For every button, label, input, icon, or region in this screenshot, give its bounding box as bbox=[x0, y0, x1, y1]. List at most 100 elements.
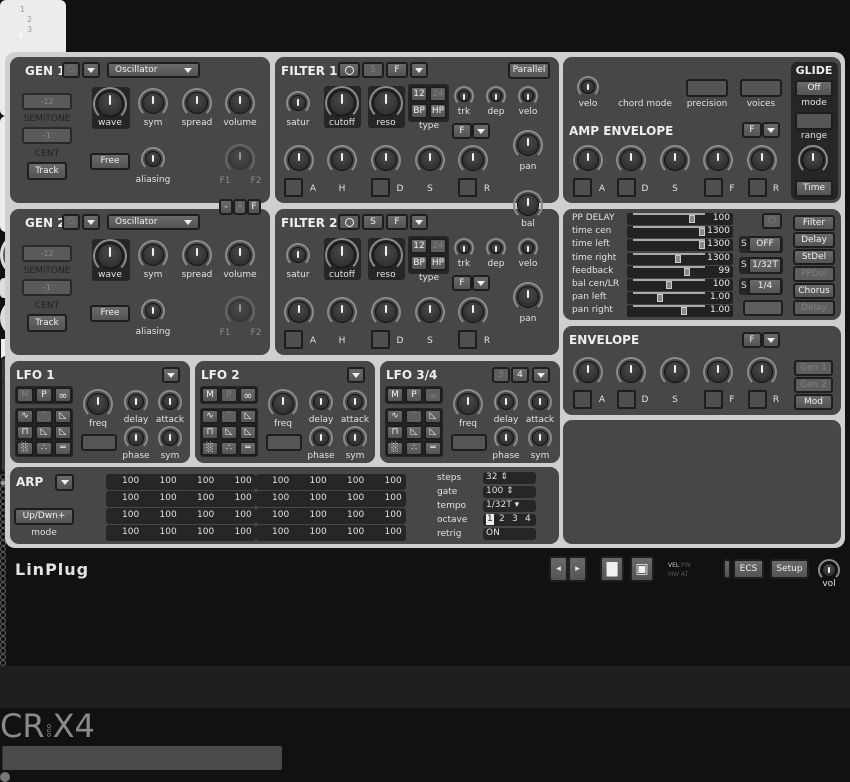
slider-thumb[interactable] bbox=[699, 241, 705, 250]
preset-next-button[interactable]: ▸ bbox=[568, 556, 587, 582]
glide-mode-button[interactable]: Off bbox=[795, 80, 833, 97]
envelope-knob-d[interactable] bbox=[616, 357, 646, 387]
lfo-menu-button[interactable] bbox=[347, 367, 365, 383]
filter-env-knob-h[interactable] bbox=[327, 145, 357, 175]
delay-routing-button[interactable] bbox=[743, 300, 783, 316]
amp-env-knob-s[interactable] bbox=[660, 145, 690, 175]
filter-env-mod-slot[interactable] bbox=[371, 178, 390, 197]
arp-param-field[interactable]: 100 ⇕ bbox=[483, 486, 536, 498]
amp-env-mode-button[interactable]: F bbox=[742, 122, 762, 138]
filter-env-mod-slot[interactable] bbox=[284, 330, 303, 349]
envelope-knob-a[interactable] bbox=[573, 357, 603, 387]
slider-thumb[interactable] bbox=[689, 215, 696, 223]
folder-icon[interactable]: ▇ bbox=[600, 556, 624, 582]
link-button-0[interactable]: - bbox=[219, 199, 233, 215]
arp-mode-dropdown[interactable]: Up/Dwn+ bbox=[14, 508, 74, 525]
lfo-selector-3[interactable]: 3 bbox=[492, 367, 510, 383]
filter-env-knob-a[interactable] bbox=[284, 297, 314, 327]
lfo-sym-knob[interactable] bbox=[528, 426, 552, 450]
bal-knob[interactable] bbox=[513, 190, 543, 220]
sine-wave-icon[interactable]: ∿ bbox=[201, 409, 219, 424]
cutoff-knob[interactable] bbox=[325, 238, 359, 272]
filter-type-button-24[interactable]: 24 bbox=[429, 86, 447, 102]
square-wave-icon[interactable]: ⊓ bbox=[16, 425, 34, 440]
envelope-mod-slot[interactable] bbox=[704, 390, 723, 409]
lfo-attack-knob[interactable] bbox=[158, 390, 182, 414]
dep-knob[interactable] bbox=[486, 238, 506, 258]
wave-knob[interactable] bbox=[93, 239, 127, 273]
aliasing-knob[interactable] bbox=[141, 299, 165, 323]
f1-f2-knob[interactable] bbox=[225, 296, 255, 326]
filter-env-knob-a[interactable] bbox=[284, 145, 314, 175]
filter-env-knob-s[interactable] bbox=[415, 297, 445, 327]
slider-thumb[interactable] bbox=[684, 267, 691, 276]
precision-button[interactable] bbox=[686, 79, 728, 97]
envelope-mod-slot[interactable] bbox=[573, 390, 592, 409]
semitone-field[interactable]: -12 bbox=[22, 245, 72, 262]
slider-thumb[interactable] bbox=[657, 294, 664, 303]
square-wave-icon[interactable]: ⊓ bbox=[201, 425, 219, 440]
free-button[interactable]: Free bbox=[90, 153, 130, 170]
amp-env-knob-f[interactable] bbox=[703, 145, 733, 175]
lfo-freq-sync-button[interactable] bbox=[451, 434, 487, 451]
link-button-2[interactable]: F bbox=[247, 199, 261, 215]
filter-env-menu-button[interactable] bbox=[472, 123, 490, 139]
lfo-menu-button[interactable] bbox=[162, 367, 180, 383]
aliasing-knob[interactable] bbox=[141, 147, 165, 171]
voices-button[interactable] bbox=[740, 79, 782, 97]
delay-slider[interactable]: 100 bbox=[627, 213, 733, 225]
filter-type-button-12[interactable]: 12 bbox=[410, 238, 428, 254]
sample-hold-wave-icon[interactable]: ∴ bbox=[220, 441, 238, 456]
lfo-delay-knob[interactable] bbox=[124, 390, 148, 414]
amp-env-mod-slot[interactable] bbox=[573, 178, 592, 197]
arp-param-field[interactable]: 1/32T ▾ bbox=[483, 500, 536, 512]
gen-menu-button[interactable] bbox=[82, 214, 100, 230]
amp-env-mod-slot[interactable] bbox=[617, 178, 636, 197]
lfo-selector-4[interactable]: 4 bbox=[511, 367, 529, 383]
f1-f2-knob[interactable] bbox=[225, 144, 255, 174]
volume-knob[interactable] bbox=[818, 559, 840, 581]
satur-knob[interactable] bbox=[286, 91, 310, 115]
lfo-phase-knob[interactable] bbox=[309, 426, 333, 450]
glide-time-knob[interactable] bbox=[798, 145, 828, 175]
envelope-mode-button[interactable]: F bbox=[742, 332, 762, 348]
delay-slider[interactable]: 99 bbox=[627, 265, 733, 278]
delay-slider[interactable]: 1.00 bbox=[627, 305, 733, 318]
amp-env-mod-slot[interactable] bbox=[748, 178, 767, 197]
fx-button-stdel[interactable]: StDel bbox=[793, 249, 835, 265]
amp-env-knob-r[interactable] bbox=[747, 145, 777, 175]
filter-env-knob-r[interactable] bbox=[458, 145, 488, 175]
cutoff-knob[interactable] bbox=[325, 86, 359, 120]
filter-mode-button-f[interactable]: F bbox=[386, 214, 408, 230]
filter-type-button-24[interactable]: 24 bbox=[429, 238, 447, 254]
satur-knob[interactable] bbox=[286, 243, 310, 267]
delay-slider[interactable]: 1300 bbox=[627, 239, 733, 252]
velo-knob[interactable] bbox=[518, 238, 538, 258]
sync-value-button[interactable]: 1/32T bbox=[748, 257, 782, 274]
pan-knob[interactable] bbox=[513, 130, 543, 160]
envelope-target-gen-1[interactable]: Gen 1 bbox=[794, 360, 833, 376]
velo-knob[interactable] bbox=[518, 86, 538, 106]
sine-wave-icon[interactable]: ∿ bbox=[386, 409, 404, 424]
lfo-mode-m[interactable]: M bbox=[16, 387, 34, 403]
lfo-sym-knob[interactable] bbox=[158, 426, 182, 450]
noise-wave-icon[interactable]: ░ bbox=[16, 441, 34, 456]
slider-thumb[interactable] bbox=[675, 254, 682, 263]
noise-wave-icon[interactable]: ░ bbox=[201, 441, 219, 456]
free-button[interactable]: Free bbox=[90, 305, 130, 322]
filter-menu-button[interactable] bbox=[410, 214, 428, 230]
delay-slider[interactable]: 1300 bbox=[627, 226, 733, 239]
lfo-mode-p[interactable]: P bbox=[35, 387, 53, 403]
lfo-attack-knob[interactable] bbox=[528, 390, 552, 414]
save-icon[interactable]: ▣ bbox=[630, 556, 654, 582]
spread-knob[interactable] bbox=[182, 88, 212, 118]
filter-mode-button-f[interactable]: F bbox=[386, 62, 408, 78]
oscillator-type-dropdown[interactable]: Oscillator bbox=[107, 62, 200, 78]
envelope-target-gen-2[interactable]: Gen 2 bbox=[794, 377, 833, 393]
delay-slider[interactable]: 100 bbox=[627, 279, 733, 291]
filter-env-knob-h[interactable] bbox=[327, 297, 357, 327]
envelope-mod-slot[interactable] bbox=[748, 390, 767, 409]
semitone-field[interactable]: -12 bbox=[22, 93, 72, 110]
ecs-toggle[interactable] bbox=[723, 559, 731, 579]
sync-value-button[interactable]: 1/4 bbox=[748, 278, 782, 295]
